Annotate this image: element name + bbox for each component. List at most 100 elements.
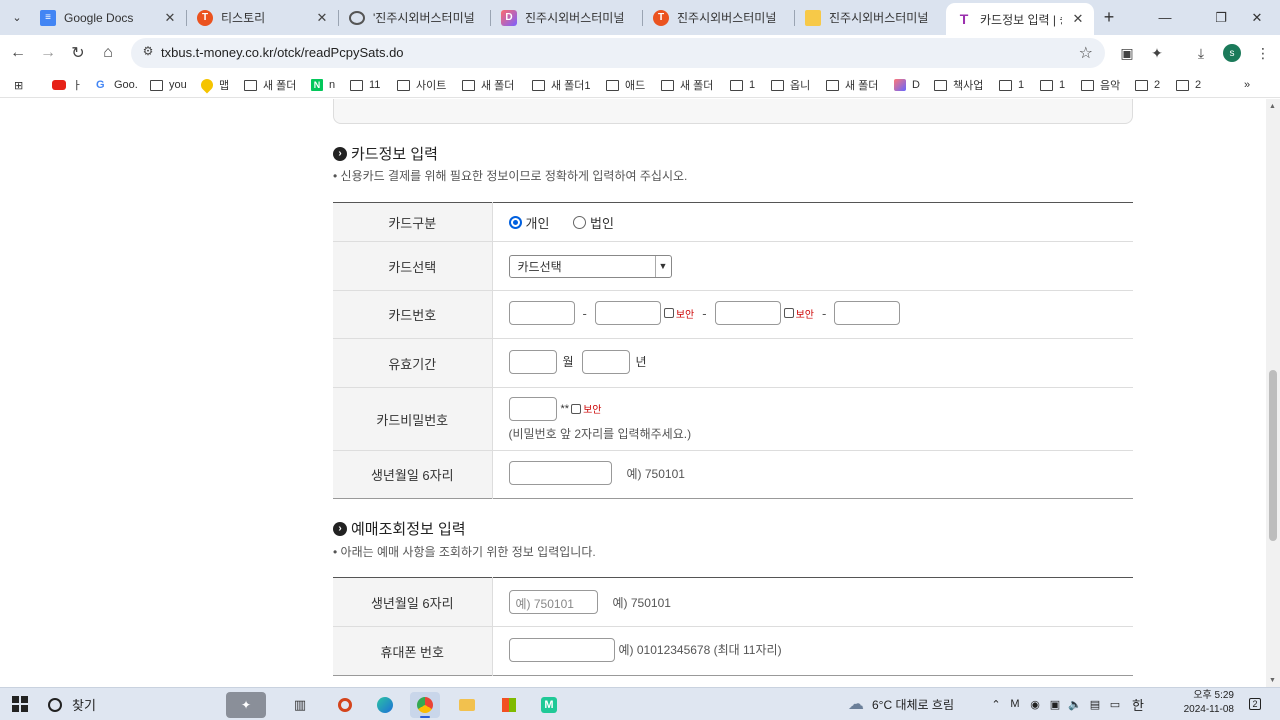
secure-checkbox-password[interactable] — [571, 403, 582, 414]
minimize-icon[interactable]: — — [1142, 0, 1188, 35]
bookmark-item[interactable]: 사이트 — [397, 76, 446, 94]
lookup-birth-input[interactable]: 예) 750101 — [508, 590, 598, 614]
search-highlight-image[interactable]: ✦ — [226, 692, 266, 718]
tab-3[interactable]: D 진주시외버스터미널 — [491, 0, 642, 35]
file-explorer-icon[interactable] — [452, 692, 482, 718]
bookmark-item[interactable]: Nn — [311, 76, 335, 94]
edge-icon[interactable] — [370, 692, 400, 718]
password-input[interactable] — [508, 396, 557, 421]
bookmarks-bar: ⊞ ㅏ G Goo. you 맵 새 폴더 Nn 11 사이트 새 폴더 새 폴더… — [0, 71, 1280, 98]
scroll-up-icon[interactable]: ▲ — [1269, 103, 1276, 110]
taskbar-search[interactable]: 찾기 — [48, 695, 96, 714]
app-icon[interactable] — [330, 692, 360, 718]
expiry-row: 유효기간 월 년 — [333, 338, 1133, 388]
bookmark-item[interactable]: 새 폴더 — [826, 76, 878, 94]
bookmark-item[interactable]: D — [894, 76, 920, 94]
bookmark-item[interactable]: you — [150, 76, 187, 94]
more-bookmarks-icon[interactable]: » — [1244, 76, 1250, 94]
bookmark-item[interactable]: 새 폴더 — [462, 76, 514, 94]
tab-5[interactable]: 진주시외버스터미널 — [795, 0, 946, 35]
radio-personal-control[interactable] — [508, 215, 522, 229]
bookmark-item[interactable]: 1 — [1040, 76, 1065, 94]
bookmark-item[interactable]: 2 — [1176, 76, 1201, 94]
tab-search-button[interactable]: ⌄ — [6, 6, 28, 28]
bookmark-item[interactable]: 새 폴더1 — [532, 76, 591, 94]
bookmark-item[interactable]: 애드 — [606, 76, 645, 94]
page-scrollbar[interactable]: ▲ ▼ — [1266, 99, 1280, 687]
bookmark-item[interactable]: 옵니 — [771, 76, 810, 94]
close-icon[interactable]: ✕ — [314, 10, 330, 26]
profile-avatar[interactable]: s — [1223, 44, 1241, 62]
close-icon[interactable]: ✕ — [1070, 11, 1086, 27]
chrome-icon[interactable] — [410, 692, 440, 718]
bookmark-item[interactable]: 책사업 — [934, 76, 983, 94]
phone-input[interactable] — [508, 637, 615, 662]
card-number-4-input[interactable] — [834, 301, 901, 325]
youtube-icon — [52, 80, 66, 90]
password-hint: (비밀번호 앞 2자리를 입력해주세요.) — [508, 426, 692, 441]
birth-input[interactable] — [508, 461, 612, 485]
note-icon — [805, 9, 821, 26]
card-select-dropdown[interactable]: 카드선택 ▼ — [508, 254, 672, 278]
back-icon[interactable]: ← — [4, 39, 32, 67]
menu-icon[interactable]: ⋮ — [1252, 42, 1274, 64]
home-icon[interactable]: ⌂ — [94, 39, 122, 67]
tab-2[interactable]: '진주시외버스터미널 — [339, 0, 490, 35]
scroll-down-icon[interactable]: ▼ — [1269, 677, 1276, 684]
birth-label: 생년월일 6자리 — [333, 450, 493, 499]
bookmark-item[interactable]: 2 — [1135, 76, 1160, 94]
app-m-icon[interactable]: M — [534, 692, 564, 718]
secure-checkbox-2[interactable] — [663, 308, 674, 318]
tray-expand-icon[interactable]: ⌃ — [989, 697, 1003, 711]
download-icon[interactable]: ⤓ — [1190, 42, 1212, 64]
bookmark-item[interactable]: 새 폴더 — [244, 76, 296, 94]
windows-start-icon[interactable] — [12, 696, 28, 712]
task-view-icon[interactable]: ▥ — [285, 692, 315, 718]
extensions-icon[interactable]: ✦ — [1146, 42, 1168, 64]
expiry-year-input[interactable] — [581, 349, 630, 374]
forward-icon[interactable]: → — [34, 39, 62, 67]
meet-icon[interactable]: ▣ — [1048, 697, 1062, 711]
window-close-icon[interactable]: ✕ — [1234, 0, 1280, 35]
bookmark-item[interactable]: ㅏ — [52, 76, 82, 94]
radio-corporate-control[interactable] — [573, 215, 587, 229]
bookmark-item[interactable]: 음악 — [1081, 76, 1120, 94]
ime-indicator[interactable]: 한 — [1131, 697, 1145, 713]
card-number-2-input[interactable] — [594, 301, 661, 325]
tray-app-icon[interactable]: M — [1008, 697, 1022, 711]
notification-icon[interactable]: 2 — [1248, 697, 1262, 711]
bookmark-star-icon[interactable]: ☆ — [1079, 43, 1093, 63]
reload-icon[interactable]: ↻ — [64, 39, 92, 67]
secure-checkbox-3[interactable] — [783, 308, 794, 318]
bookmark-item[interactable]: 1 — [730, 76, 755, 94]
tab-active[interactable]: T 카드정보 입력 | 승차 ✕ — [946, 3, 1094, 35]
bookmark-item[interactable]: G Goo. — [96, 76, 138, 94]
bookmark-item[interactable]: 11 — [350, 76, 380, 94]
scrollbar-thumb[interactable] — [1269, 370, 1277, 541]
bookmark-item[interactable]: 새 폴더 — [661, 76, 713, 94]
battery-icon[interactable]: ▭ — [1108, 697, 1122, 711]
card-number-1-input[interactable] — [508, 301, 575, 325]
expiry-month-input[interactable] — [508, 349, 557, 374]
radio-personal[interactable]: 개인 — [508, 213, 549, 232]
network-icon[interactable]: ▤ — [1088, 697, 1102, 711]
bookmark-item[interactable]: 맵 — [198, 76, 229, 94]
close-icon[interactable]: ✕ — [162, 10, 178, 26]
radio-corporate[interactable]: 법인 — [573, 213, 614, 232]
docs-icon: ≡ — [40, 9, 56, 26]
apps-icon[interactable]: ⊞ — [14, 76, 23, 94]
tab-0[interactable]: ≡ Google Docs ✕ — [30, 0, 186, 35]
volume-icon[interactable]: 🔈 — [1068, 697, 1082, 711]
weather-widget[interactable]: ☁ 6°C 대체로 흐림 — [848, 694, 954, 714]
site-info-icon[interactable]: ⚙ — [139, 44, 157, 62]
new-tab-button[interactable]: + — [1099, 7, 1119, 27]
system-clock[interactable]: 오후 5:29 2024-11-08 — [1178, 689, 1234, 717]
tab-4[interactable]: T 진주시외버스터미널 — [643, 0, 794, 35]
bookmark-item[interactable]: 1 — [999, 76, 1024, 94]
tab-1[interactable]: T 티스토리 ✕ — [187, 0, 338, 35]
store-icon[interactable] — [494, 692, 524, 718]
address-bar[interactable]: ⚙ txbus.t-money.co.kr/otck/readPcpySats.… — [131, 38, 1105, 68]
tray-app2-icon[interactable]: ◉ — [1028, 697, 1042, 711]
extension-translate-icon[interactable]: ▣ — [1116, 42, 1138, 64]
card-number-3-input[interactable] — [714, 301, 781, 325]
